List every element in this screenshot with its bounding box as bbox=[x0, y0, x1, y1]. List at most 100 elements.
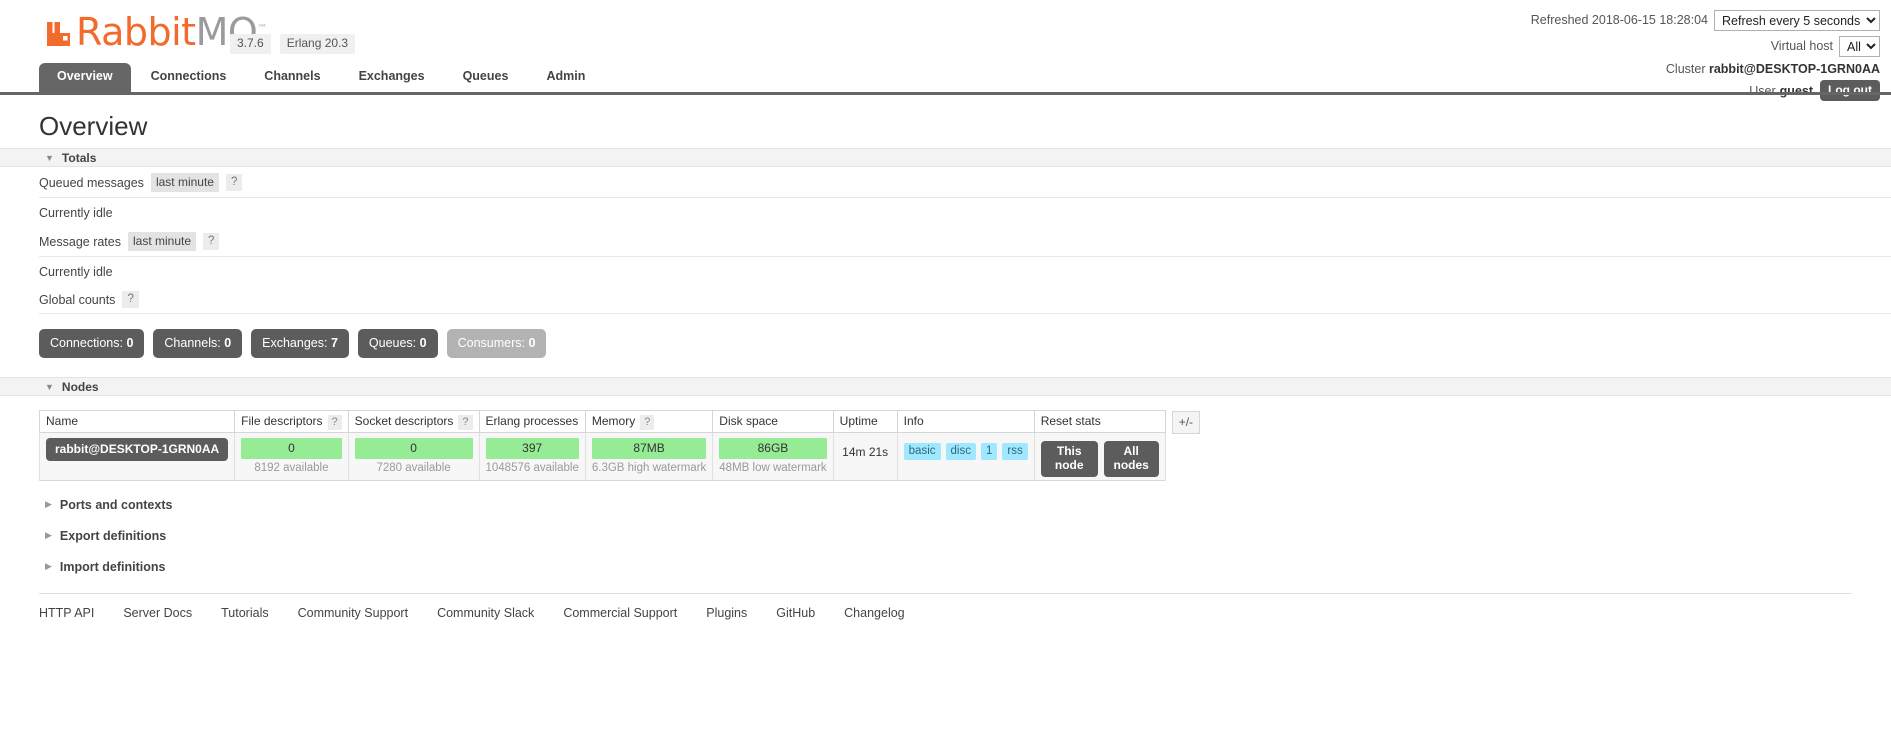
cell-node-name: rabbit@DESKTOP-1GRN0AA bbox=[38, 432, 236, 481]
count-label-consumers: Consumers: bbox=[457, 336, 525, 350]
info-tag-basic[interactable]: basic bbox=[903, 443, 941, 460]
queued-messages-label: Queued messages bbox=[39, 175, 144, 190]
rabbitmq-logo-icon bbox=[47, 17, 73, 47]
file-descriptors-help-icon[interactable]: ? bbox=[327, 415, 342, 430]
tab-overview[interactable]: Overview bbox=[39, 63, 131, 92]
col-file-descriptors[interactable]: File descriptors? bbox=[234, 410, 349, 433]
queued-messages-period-button[interactable]: last minute bbox=[150, 173, 219, 192]
col-socket-descriptors-label: Socket descriptors bbox=[354, 414, 454, 428]
footer-link-commercial-support[interactable]: Commercial Support bbox=[563, 606, 677, 620]
tab-admin[interactable]: Admin bbox=[528, 63, 603, 92]
col-info[interactable]: Info bbox=[896, 410, 1035, 433]
message-rates-label: Message rates bbox=[39, 234, 121, 249]
section-export-definitions[interactable]: ▶ Export definitions bbox=[45, 529, 1891, 543]
caret-down-icon: ▼ bbox=[45, 152, 54, 163]
memory-value: 87MB bbox=[591, 438, 707, 459]
caret-right-icon-ports: ▶ bbox=[45, 499, 52, 510]
col-disk-space[interactable]: Disk space bbox=[712, 410, 834, 433]
footer-link-community-support[interactable]: Community Support bbox=[298, 606, 408, 620]
socket-descriptors-help-icon[interactable]: ? bbox=[458, 415, 473, 430]
cell-uptime: 14m 21s bbox=[832, 432, 898, 481]
cell-reset-stats: This node All nodes bbox=[1033, 432, 1166, 481]
memory-note: 6.3GB high watermark bbox=[591, 462, 707, 474]
col-uptime[interactable]: Uptime bbox=[832, 410, 898, 433]
global-counts-badges: Connections: 0 Channels: 0 Exchanges: 7 … bbox=[39, 329, 1891, 358]
message-rates-help-icon[interactable]: ? bbox=[203, 233, 220, 250]
count-badge-channels[interactable]: Channels: 0 bbox=[153, 329, 243, 358]
version-badges: 3.7.6 Erlang 20.3 bbox=[230, 34, 356, 55]
count-badge-queues[interactable]: Queues: 0 bbox=[357, 329, 438, 358]
count-label-channels: Channels: bbox=[164, 336, 221, 350]
tab-exchanges[interactable]: Exchanges bbox=[341, 63, 443, 92]
footer-link-community-slack[interactable]: Community Slack bbox=[437, 606, 534, 620]
nodes-table-head: Name File descriptors? Socket descriptor… bbox=[38, 410, 1166, 433]
count-value-queues: 0 bbox=[419, 336, 427, 350]
refreshed-timestamp: Refreshed 2018-06-15 18:28:04 bbox=[1530, 13, 1708, 27]
socket-descriptors-value: 0 bbox=[354, 438, 473, 459]
toggle-columns-button[interactable]: +/- bbox=[1171, 411, 1201, 434]
count-badge-connections[interactable]: Connections: 0 bbox=[39, 329, 145, 358]
col-erlang-processes[interactable]: Erlang processes bbox=[478, 410, 586, 433]
tab-channels[interactable]: Channels bbox=[246, 63, 338, 92]
section-title-nodes: Nodes bbox=[61, 379, 99, 394]
count-label-exchanges: Exchanges: bbox=[262, 336, 328, 350]
tab-queues[interactable]: Queues bbox=[445, 63, 527, 92]
footer-links: HTTP API Server Docs Tutorials Community… bbox=[39, 592, 1852, 620]
col-socket-descriptors[interactable]: Socket descriptors? bbox=[347, 410, 480, 433]
main-content: Overview ▼ Totals Queued messages last m… bbox=[0, 98, 1891, 620]
reset-this-node-button[interactable]: This node bbox=[1040, 441, 1098, 477]
footer-link-tutorials[interactable]: Tutorials bbox=[221, 606, 268, 620]
count-value-exchanges: 7 bbox=[330, 336, 338, 350]
file-descriptors-note: 8192 available bbox=[254, 462, 329, 474]
nodes-table: Name File descriptors? Socket descriptor… bbox=[38, 410, 1166, 481]
col-name[interactable]: Name bbox=[38, 410, 236, 433]
section-header-totals[interactable]: ▼ Totals bbox=[0, 148, 1891, 167]
queued-messages-help-icon[interactable]: ? bbox=[225, 174, 243, 191]
section-header-nodes[interactable]: ▼ Nodes bbox=[0, 377, 1891, 396]
logo-trademark: ™ bbox=[257, 23, 267, 35]
info-tag-disc[interactable]: disc bbox=[945, 443, 976, 460]
disk-space-note: 48MB low watermark bbox=[719, 462, 827, 474]
col-file-descriptors-label: File descriptors bbox=[241, 414, 323, 428]
message-rates-period-button[interactable]: last minute bbox=[127, 232, 197, 251]
node-name-badge[interactable]: rabbit@DESKTOP-1GRN0AA bbox=[46, 438, 229, 461]
tab-connections[interactable]: Connections bbox=[133, 63, 245, 92]
erlang-version-badge: Erlang 20.3 bbox=[279, 34, 356, 55]
footer-link-github[interactable]: GitHub bbox=[776, 606, 815, 620]
count-label-queues: Queues: bbox=[368, 336, 417, 350]
section-import-definitions[interactable]: ▶ Import definitions bbox=[45, 560, 1891, 574]
footer-link-http-api[interactable]: HTTP API bbox=[39, 606, 94, 620]
section-ports-and-contexts[interactable]: ▶ Ports and contexts bbox=[45, 498, 1891, 512]
col-memory[interactable]: Memory? bbox=[584, 410, 714, 433]
section-title-totals: Totals bbox=[61, 150, 97, 165]
info-tag-count[interactable]: 1 bbox=[980, 443, 998, 460]
col-uptime-label: Uptime bbox=[839, 414, 878, 428]
nodes-header-row: Name File descriptors? Socket descriptor… bbox=[38, 410, 1166, 433]
cell-socket-descriptors: 0 7280 available bbox=[347, 432, 480, 481]
refresh-row: Refreshed 2018-06-15 18:28:04 Refresh ev… bbox=[1530, 9, 1880, 31]
disk-space-value: 86GB bbox=[719, 438, 827, 459]
cell-memory: 87MB 6.3GB high watermark bbox=[584, 432, 714, 481]
reset-all-nodes-button[interactable]: All nodes bbox=[1103, 441, 1159, 477]
memory-help-icon[interactable]: ? bbox=[640, 415, 655, 430]
nav-tab-list: Overview Connections Channels Exchanges … bbox=[39, 63, 605, 92]
main-navigation: Overview Connections Channels Exchanges … bbox=[0, 63, 1891, 95]
col-memory-label: Memory bbox=[591, 414, 636, 428]
section-title-ports-and-contexts: Ports and contexts bbox=[59, 497, 173, 512]
col-info-label: Info bbox=[903, 414, 924, 428]
count-value-consumers: 0 bbox=[528, 336, 536, 350]
refresh-interval-select[interactable]: Refresh every 5 seconds bbox=[1714, 9, 1880, 31]
footer-link-plugins[interactable]: Plugins bbox=[706, 606, 747, 620]
count-badge-exchanges[interactable]: Exchanges: 7 bbox=[251, 329, 349, 358]
file-descriptors-value: 0 bbox=[241, 438, 342, 459]
message-rates-row: Message rates last minute ? bbox=[39, 226, 1891, 257]
count-badge-consumers[interactable]: Consumers: 0 bbox=[446, 329, 547, 358]
footer-link-server-docs[interactable]: Server Docs bbox=[123, 606, 192, 620]
vhost-select[interactable]: All bbox=[1839, 35, 1880, 57]
cell-info: basic disc 1 rss bbox=[896, 432, 1035, 481]
info-tag-list: basic disc 1 rss bbox=[903, 438, 1028, 460]
info-tag-rss[interactable]: rss bbox=[1002, 443, 1028, 460]
footer-link-changelog[interactable]: Changelog bbox=[844, 606, 904, 620]
global-counts-help-icon[interactable]: ? bbox=[122, 291, 139, 308]
col-reset-stats[interactable]: Reset stats bbox=[1033, 410, 1166, 433]
